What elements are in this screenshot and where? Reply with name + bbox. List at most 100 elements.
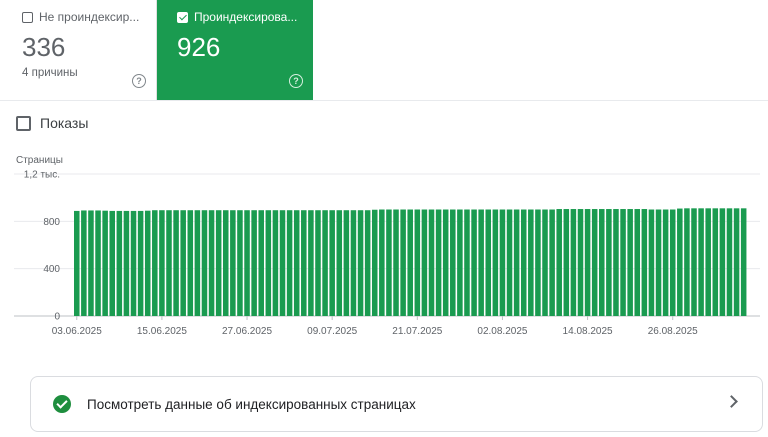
help-icon[interactable]: ? xyxy=(132,74,146,88)
bar xyxy=(733,208,740,316)
bar xyxy=(201,210,208,316)
checkbox-icon[interactable] xyxy=(16,115,31,131)
bar xyxy=(492,209,499,316)
bar xyxy=(102,210,108,316)
not-indexed-value: 336 xyxy=(22,32,66,62)
y-tick-label: 800 xyxy=(43,217,60,228)
bar xyxy=(613,209,619,316)
indexed-card[interactable]: Проиндексирова... 926 ? xyxy=(157,0,313,100)
bar xyxy=(244,210,250,316)
bar xyxy=(265,210,272,316)
bar xyxy=(428,209,435,316)
impressions-toggle[interactable]: Показы xyxy=(16,115,88,131)
bar xyxy=(563,209,570,316)
bar xyxy=(641,209,648,316)
bar xyxy=(577,209,584,316)
bar xyxy=(400,209,406,316)
x-tick-label: 09.07.2025 xyxy=(307,326,357,337)
bar xyxy=(152,210,158,316)
bar xyxy=(286,210,293,316)
not-indexed-card[interactable]: Не проиндексир... 336 4 причины ? xyxy=(0,0,157,100)
bar xyxy=(478,209,484,316)
bar xyxy=(159,210,165,316)
checkbox-icon[interactable] xyxy=(22,11,33,23)
bar xyxy=(627,209,633,316)
bar xyxy=(584,209,591,316)
bar xyxy=(222,210,229,316)
bar xyxy=(364,210,371,316)
bar xyxy=(485,209,492,316)
view-indexed-pages-link[interactable]: Посмотреть данные об индексированных стр… xyxy=(30,376,763,432)
bar xyxy=(457,209,463,316)
bar xyxy=(308,210,314,316)
bar xyxy=(570,209,577,316)
check-circle-icon xyxy=(53,395,71,413)
bar xyxy=(379,209,385,316)
bar xyxy=(187,210,194,316)
checkbox-checked-icon[interactable] xyxy=(177,11,188,23)
bar xyxy=(279,210,286,316)
y-tick-label: 0 xyxy=(54,312,60,323)
bar xyxy=(740,208,747,316)
bar xyxy=(371,209,378,316)
bar xyxy=(137,210,144,316)
bar xyxy=(386,209,392,316)
not-indexed-header[interactable]: Не проиндексир... xyxy=(22,10,140,24)
impressions-label: Показы xyxy=(40,115,89,131)
bar xyxy=(180,210,186,316)
indexed-value: 926 xyxy=(177,32,221,62)
bar xyxy=(144,210,151,316)
bar xyxy=(435,209,442,316)
bar xyxy=(343,210,350,316)
bar xyxy=(421,209,428,316)
not-indexed-reasons: 4 причины xyxy=(22,67,78,79)
bar xyxy=(542,209,548,316)
bar xyxy=(88,210,94,316)
bar xyxy=(599,209,605,316)
y-axis-label: Страницы xyxy=(16,155,63,166)
bar xyxy=(258,210,264,316)
bar xyxy=(691,208,697,316)
help-icon[interactable]: ? xyxy=(289,74,303,88)
bar xyxy=(669,209,676,316)
bar xyxy=(336,210,343,316)
y-tick-label: 400 xyxy=(43,264,60,275)
bar xyxy=(230,210,236,316)
bar xyxy=(634,209,641,316)
x-tick-label: 27.06.2025 xyxy=(222,326,272,337)
bar xyxy=(520,209,527,316)
bar xyxy=(719,208,726,316)
bar xyxy=(705,208,711,316)
bar xyxy=(471,209,477,316)
bar xyxy=(272,210,279,316)
bar xyxy=(648,209,655,316)
bar xyxy=(393,209,399,316)
bar xyxy=(556,209,562,316)
bar xyxy=(499,209,506,316)
y-tick-label: 1,2 тыс. xyxy=(24,170,60,181)
bar xyxy=(74,210,80,316)
bar xyxy=(301,210,307,316)
bar xyxy=(606,209,612,316)
x-tick-label: 21.07.2025 xyxy=(392,326,442,337)
bar xyxy=(684,208,690,316)
bar xyxy=(329,210,335,316)
bar xyxy=(464,209,470,316)
bar xyxy=(506,209,513,316)
pages-chart: Страницы 0 400 800 1,2 тыс. 03.06.2025 15.06.2… xyxy=(0,150,768,350)
not-indexed-label: Не проиндексир... xyxy=(39,10,140,24)
bar xyxy=(293,210,300,316)
bar xyxy=(215,210,222,316)
bar xyxy=(450,209,456,316)
bar xyxy=(712,208,719,316)
chevron-right-icon xyxy=(725,395,738,408)
indexed-label: Проиндексирова... xyxy=(194,10,297,24)
view-indexed-pages-label: Посмотреть данные об индексированных стр… xyxy=(87,396,416,412)
bar xyxy=(414,209,421,316)
bar xyxy=(535,209,541,316)
bar xyxy=(698,208,704,316)
bar xyxy=(591,209,598,316)
bar xyxy=(357,210,364,316)
bar xyxy=(123,210,130,316)
indexed-header[interactable]: Проиндексирова... xyxy=(177,10,297,24)
